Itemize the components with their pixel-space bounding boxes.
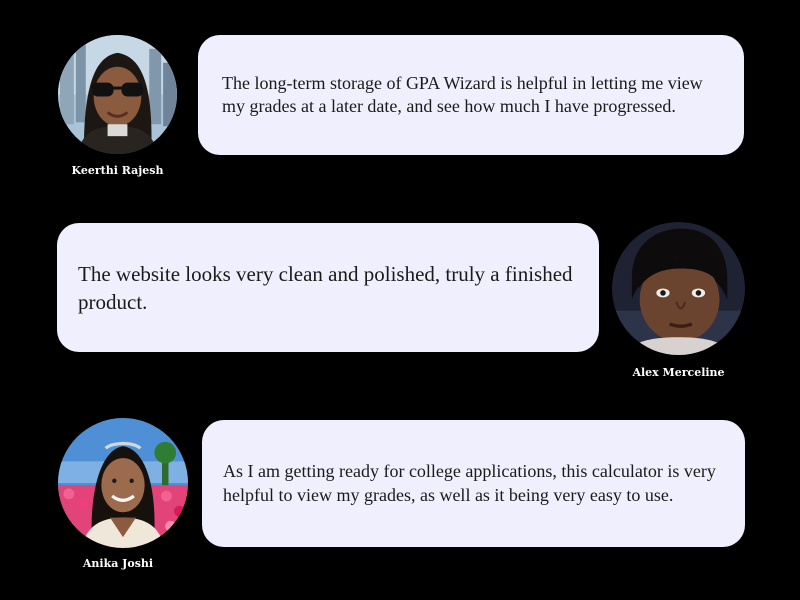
- testimonial-quote-keerthi-rajesh: The long-term storage of GPA Wizard is h…: [222, 73, 703, 116]
- avatar-anika-joshi: [58, 418, 188, 548]
- testimonial-bubble-keerthi-rajesh: The long-term storage of GPA Wizard is h…: [198, 35, 744, 155]
- testimonial-bubble-alex-merceline: The website looks very clean and polishe…: [57, 223, 599, 352]
- avatar-alex-merceline: [612, 222, 745, 355]
- author-name-anika-joshi: Anika Joshi: [82, 557, 154, 570]
- testimonial-bubble-anika-joshi: As I am getting ready for college applic…: [202, 420, 745, 547]
- avatar-keerthi-rajesh: [58, 35, 177, 154]
- testimonial-quote-anika-joshi: As I am getting ready for college applic…: [223, 461, 716, 505]
- author-name-keerthi-rajesh: Keerthi Rajesh: [71, 164, 164, 177]
- testimonial-quote-alex-merceline: The website looks very clean and polishe…: [78, 261, 573, 314]
- author-name-alex-merceline: Alex Merceline: [632, 366, 725, 379]
